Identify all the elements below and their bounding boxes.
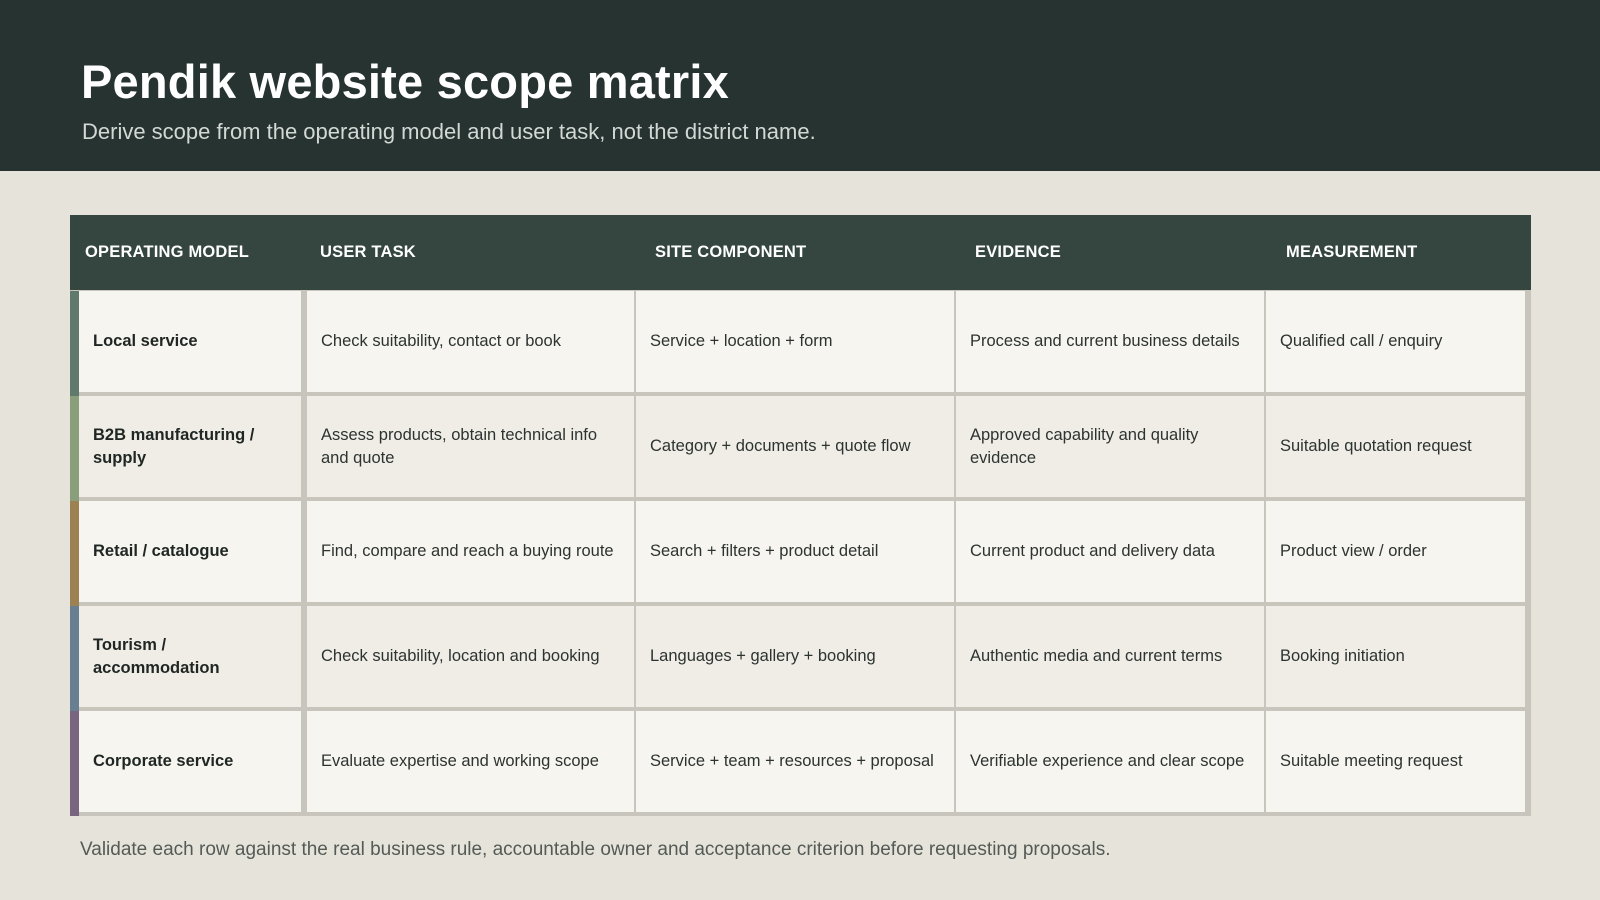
table-row: Corporate service Evaluate expertise and … xyxy=(70,711,1531,816)
column-header: USER TASK xyxy=(320,243,416,261)
cell-text: Languages + gallery + booking xyxy=(650,647,876,666)
table-header-row: OPERATING MODEL USER TASK SITE COMPONENT EV… xyxy=(70,215,1531,290)
operating-model-cell: B2B manufacturing / supply xyxy=(79,396,301,497)
table-cell: Check suitability, location and booking xyxy=(307,606,634,707)
table-cell: Find, compare and reach a buying route xyxy=(307,501,634,602)
row-accent-bar xyxy=(70,396,79,501)
cell-text: Local service xyxy=(93,332,198,351)
table-cell: Service + team + resources + proposal xyxy=(636,711,954,812)
cell-text: Service + location + form xyxy=(650,332,833,351)
table-cell: Product view / order xyxy=(1266,501,1525,602)
cell-text: Retail / catalogue xyxy=(93,542,229,561)
table-cell: Assess products, obtain technical info a… xyxy=(307,396,634,497)
row-accent-bar xyxy=(70,501,79,606)
cell-text: Evaluate expertise and working scope xyxy=(321,752,599,771)
table-cell: Verifiable experience and clear scope xyxy=(956,711,1264,812)
table-cell: Booking initiation xyxy=(1266,606,1525,707)
cell-text: Corporate service xyxy=(93,752,234,771)
cell-text: Booking initiation xyxy=(1280,647,1405,666)
row-accent-bar xyxy=(70,606,79,711)
operating-model-cell: Retail / catalogue xyxy=(79,501,301,602)
table-cell: Process and current business details xyxy=(956,291,1264,392)
cell-text: Approved capability and quality evidence xyxy=(970,426,1199,467)
cell-text: Authentic media and current terms xyxy=(970,647,1223,666)
cell-text: Find, compare and reach a buying route xyxy=(321,542,614,561)
column-header: MEASUREMENT xyxy=(1286,243,1418,261)
page-subtitle: Derive scope from the operating model an… xyxy=(82,119,816,144)
row-accent-bar xyxy=(70,711,79,816)
cell-text: Check suitability, location and booking xyxy=(321,647,600,666)
table-cell: Evaluate expertise and working scope xyxy=(307,711,634,812)
cell-text: Service + team + resources + proposal xyxy=(650,752,934,771)
table-cell: Suitable quotation request xyxy=(1266,396,1525,497)
table-cell: Authentic media and current terms xyxy=(956,606,1264,707)
table-row: Tourism / accommodation Check suitability… xyxy=(70,606,1531,711)
scope-matrix-table: OPERATING MODEL USER TASK SITE COMPONENT EV… xyxy=(70,215,1531,816)
column-header: OPERATING MODEL xyxy=(85,243,250,261)
table-row: Retail / catalogue Find, compare and reac… xyxy=(70,501,1531,606)
page-title: Pendik website scope matrix xyxy=(81,55,729,108)
footer-note: Validate each row against the real busin… xyxy=(80,839,1111,860)
cell-text: Suitable quotation request xyxy=(1280,437,1472,456)
operating-model-cell: Tourism / accommodation xyxy=(79,606,301,707)
column-header: EVIDENCE xyxy=(975,243,1061,261)
table-row: Local service Check suitability, contact … xyxy=(70,291,1531,396)
cell-text: Process and current business details xyxy=(970,332,1240,351)
table-cell: Check suitability, contact or book xyxy=(307,291,634,392)
cell-text: Verifiable experience and clear scope xyxy=(970,752,1245,771)
page-header: Pendik website scope matrix Derive scope… xyxy=(0,0,1600,171)
column-header: SITE COMPONENT xyxy=(655,243,807,261)
row-accent-bar xyxy=(70,291,79,396)
table-cell: Suitable meeting request xyxy=(1266,711,1525,812)
table-row: B2B manufacturing / supply Assess product… xyxy=(70,396,1531,501)
table-cell: Service + location + form xyxy=(636,291,954,392)
table-cell: Current product and delivery data xyxy=(956,501,1264,602)
operating-model-cell: Local service xyxy=(79,291,301,392)
cell-text: Current product and delivery data xyxy=(970,542,1215,561)
table-cell: Qualified call / enquiry xyxy=(1266,291,1525,392)
operating-model-cell: Corporate service xyxy=(79,711,301,812)
cell-text: Product view / order xyxy=(1280,542,1427,561)
cell-text: B2B manufacturing / supply xyxy=(93,426,255,467)
table-cell: Search + filters + product detail xyxy=(636,501,954,602)
cell-text: Qualified call / enquiry xyxy=(1280,332,1443,351)
table-cell: Category + documents + quote flow xyxy=(636,396,954,497)
cell-text: Tourism / accommodation xyxy=(93,636,220,677)
cell-text: Suitable meeting request xyxy=(1280,752,1463,771)
table-cell: Approved capability and quality evidence xyxy=(956,396,1264,497)
cell-text: Assess products, obtain technical info a… xyxy=(321,426,598,467)
cell-text: Search + filters + product detail xyxy=(650,542,879,561)
cell-text: Check suitability, contact or book xyxy=(321,332,561,351)
table-cell: Languages + gallery + booking xyxy=(636,606,954,707)
cell-text: Category + documents + quote flow xyxy=(650,437,911,456)
